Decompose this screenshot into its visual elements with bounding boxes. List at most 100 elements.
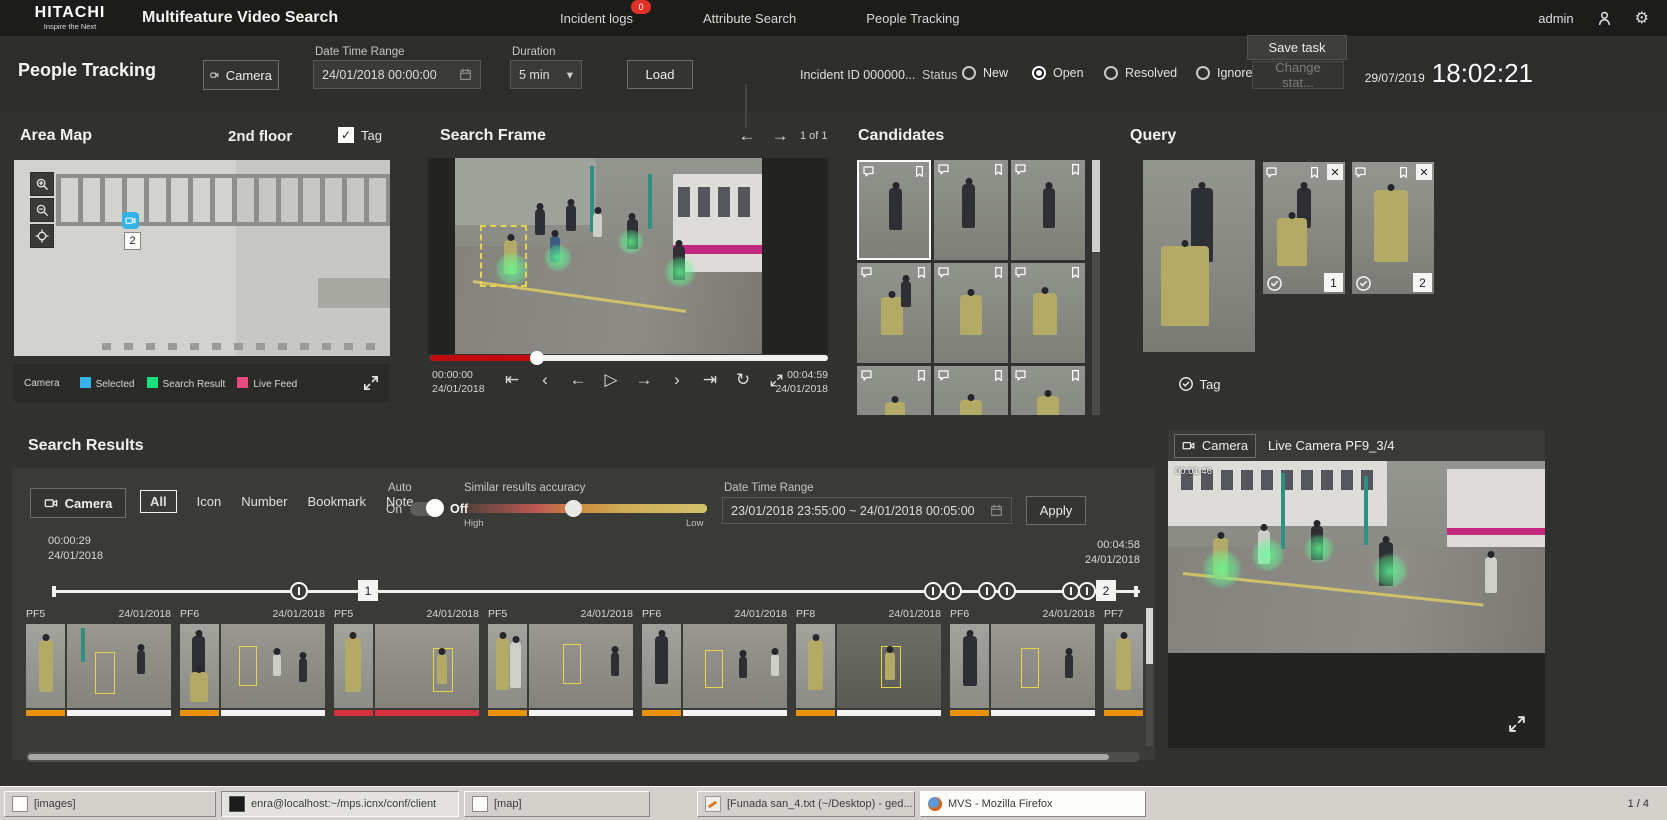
tab-number[interactable]: Number (241, 494, 287, 509)
live-camera-button[interactable]: Camera (1174, 434, 1256, 458)
scene-thumbnail[interactable] (67, 624, 171, 708)
person-thumbnail[interactable] (642, 624, 681, 708)
bookmark-icon[interactable] (1069, 369, 1082, 382)
check-circle-icon[interactable] (1266, 275, 1283, 292)
map-camera-button[interactable]: Camera (203, 60, 279, 90)
status-radio-ignore[interactable]: Ignore (1196, 66, 1252, 80)
scrollbar-thumb[interactable] (1092, 160, 1100, 252)
frame-next-icon[interactable]: → (768, 126, 792, 146)
step-forward-button[interactable]: › (665, 370, 689, 390)
timeline-event-marker[interactable] (978, 582, 996, 600)
candidate-thumbnail-selected[interactable] (857, 160, 931, 260)
bookmark-icon[interactable] (915, 266, 928, 279)
map-zoom-in-button[interactable] (30, 172, 54, 196)
bookmark-icon[interactable] (992, 266, 1005, 279)
timeline-query-badge-1[interactable]: 1 (358, 580, 378, 601)
scene-thumbnail[interactable] (683, 624, 787, 708)
person-thumbnail[interactable] (26, 624, 65, 708)
timeline-event-marker[interactable] (1078, 582, 1096, 600)
play-button[interactable]: ▷ (599, 370, 623, 390)
note-icon[interactable] (860, 369, 873, 382)
timeline-event-marker[interactable] (998, 582, 1016, 600)
nav-people-tracking[interactable]: People Tracking (866, 11, 959, 26)
save-task-button[interactable]: Save task (1247, 35, 1347, 60)
person-thumbnail[interactable] (334, 624, 373, 708)
results-camera-button[interactable]: Camera (30, 488, 126, 518)
timeline-event-marker[interactable] (290, 582, 308, 600)
search-result-card[interactable]: PF524/01/2018 (26, 608, 171, 746)
bookmark-icon[interactable] (915, 369, 928, 382)
person-thumbnail[interactable] (488, 624, 527, 708)
results-datetime-input[interactable]: 23/01/2018 23:55:00 ~ 24/01/2018 00:05:0… (722, 497, 1012, 524)
apply-button[interactable]: Apply (1026, 496, 1086, 525)
workspace-indicator[interactable]: 1 / 4 (1628, 798, 1649, 810)
search-result-card[interactable]: PF524/01/2018 (334, 608, 479, 746)
step-back-button[interactable]: ‹ (533, 370, 557, 390)
nav-incident-logs[interactable]: Incident logs 0 (560, 11, 633, 26)
bookmark-icon[interactable] (992, 163, 1005, 176)
skip-to-end-button[interactable]: ⇥ (698, 370, 722, 390)
note-icon[interactable] (1014, 266, 1027, 279)
scene-thumbnail[interactable] (991, 624, 1095, 708)
candidate-thumbnail[interactable] (934, 263, 1008, 363)
scrollbar-thumb[interactable] (1146, 608, 1153, 664)
query-tag-button[interactable]: Tag (1156, 372, 1242, 396)
search-result-card[interactable]: PF724/01/2018 (1104, 608, 1144, 746)
live-camera-video[interactable]: 00:01:46 (1168, 461, 1545, 653)
tab-icon[interactable]: Icon (197, 494, 222, 509)
taskbar-window-terminal[interactable]: enra@localhost:~/mps.icnx/conf/client (221, 791, 459, 817)
candidate-thumbnail[interactable] (1011, 263, 1085, 363)
candidates-scrollbar[interactable] (1092, 160, 1100, 415)
timeline-query-badge-2[interactable]: 2 (1096, 580, 1116, 601)
search-result-card[interactable]: PF624/01/2018 (642, 608, 787, 746)
note-icon[interactable] (860, 266, 873, 279)
seek-bar[interactable] (430, 355, 828, 361)
person-thumbnail[interactable] (180, 624, 219, 708)
search-result-card[interactable]: PF824/01/2018 (796, 608, 941, 746)
datetime-range-input[interactable]: 24/01/2018 00:00:00 (313, 60, 481, 89)
taskbar-window-firefox[interactable]: MVS - Mozilla Firefox (920, 791, 1146, 817)
area-map-canvas[interactable]: 2 (14, 160, 390, 356)
person-thumbnail[interactable] (796, 624, 835, 708)
search-frame-video[interactable] (455, 158, 762, 354)
taskbar-window-map[interactable]: [map] (464, 791, 650, 817)
results-timeline[interactable]: 1 2 (52, 580, 1140, 604)
note-icon[interactable] (1354, 166, 1367, 179)
query-item-1[interactable]: ✕ 1 (1263, 162, 1345, 294)
duration-select[interactable]: 5 min ▾ (510, 60, 582, 89)
auto-toggle[interactable] (410, 502, 442, 516)
bookmark-icon[interactable] (1069, 266, 1082, 279)
remove-query-icon[interactable]: ✕ (1416, 164, 1432, 180)
map-fullscreen-icon[interactable] (362, 374, 380, 392)
accuracy-slider[interactable] (464, 504, 707, 513)
note-icon[interactable] (937, 266, 950, 279)
loop-button[interactable]: ↻ (731, 370, 755, 390)
bookmark-icon[interactable] (1069, 163, 1082, 176)
seek-handle[interactable] (530, 351, 544, 365)
search-result-card[interactable]: PF624/01/2018 (180, 608, 325, 746)
candidate-thumbnail[interactable] (934, 160, 1008, 260)
query-item-2[interactable]: ✕ 2 (1352, 162, 1434, 294)
status-radio-resolved[interactable]: Resolved (1104, 66, 1177, 80)
next-frame-button[interactable]: → (632, 370, 656, 390)
remove-query-icon[interactable]: ✕ (1327, 164, 1343, 180)
note-icon[interactable] (862, 165, 875, 178)
checkbox-checked-icon[interactable]: ✓ (338, 127, 354, 143)
map-tag-checkbox[interactable]: ✓ Tag (338, 127, 382, 143)
bookmark-icon[interactable] (1397, 166, 1410, 179)
results-horizontal-scrollbar[interactable] (26, 752, 1140, 762)
prev-frame-button[interactable]: ← (566, 370, 590, 390)
candidate-thumbnail[interactable] (857, 366, 931, 415)
nav-attribute-search[interactable]: Attribute Search (703, 11, 796, 26)
note-icon[interactable] (1265, 166, 1278, 179)
skip-to-start-button[interactable]: ⇤ (500, 370, 524, 390)
person-thumbnail[interactable] (950, 624, 989, 708)
map-zoom-out-button[interactable] (30, 198, 54, 222)
slider-handle[interactable] (565, 500, 582, 517)
taskbar-window-images[interactable]: [images] (4, 791, 216, 817)
timeline-event-marker[interactable] (924, 582, 942, 600)
map-center-button[interactable] (30, 224, 54, 248)
user-icon[interactable] (1596, 10, 1613, 27)
check-circle-icon[interactable] (1355, 275, 1372, 292)
timeline-event-marker[interactable] (944, 582, 962, 600)
